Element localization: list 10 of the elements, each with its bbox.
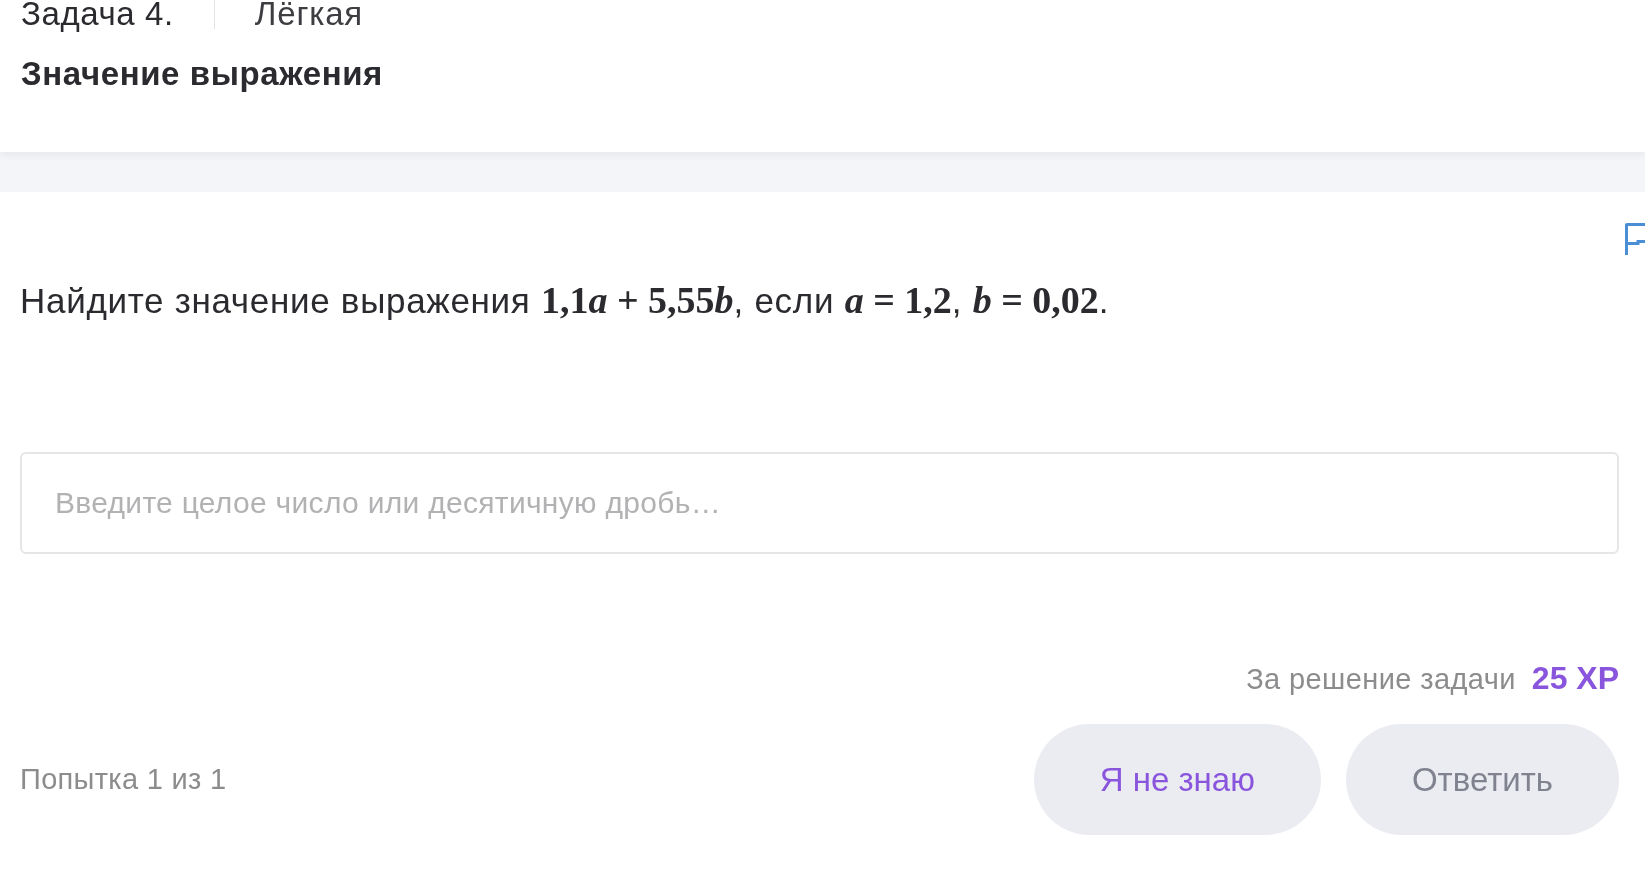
attempts-text: Попытка 1 из 1 <box>20 761 227 797</box>
question-text: Найдите значение выражения 1,1a + 5,55b, если a = 1,2, b = 0,02. <box>20 278 1110 323</box>
flag-icon[interactable] <box>1624 222 1645 256</box>
task-title: Значение выражения <box>21 54 383 94</box>
difficulty-label: Лёгкая <box>254 0 364 34</box>
answer-field[interactable]: Введите целое число или десятичную дробь… <box>20 452 1619 554</box>
reward-label: За решение задачи <box>1246 662 1516 697</box>
task-number: Задача 4. <box>21 0 174 34</box>
reward-points: 25 XP <box>1531 659 1619 698</box>
action-button[interactable]: Я не знаю <box>1033 724 1321 835</box>
